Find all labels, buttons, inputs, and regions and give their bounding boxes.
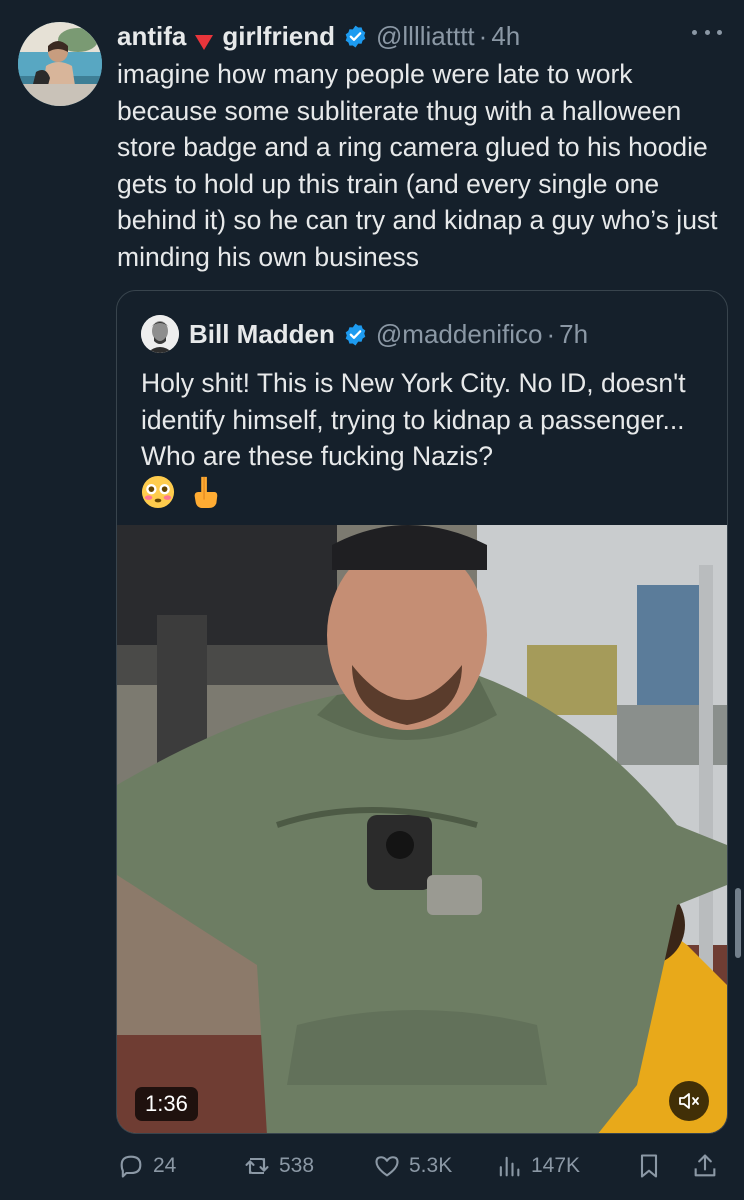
author-name-part2[interactable]: girlfriend xyxy=(222,21,335,52)
video-frame-image xyxy=(117,525,727,1133)
author-name-part1[interactable]: antifa xyxy=(117,21,186,52)
reply-count: 24 xyxy=(153,1154,177,1177)
author-avatar[interactable] xyxy=(18,22,102,106)
heart-icon xyxy=(375,1156,399,1177)
scrollbar-thumb[interactable] xyxy=(735,888,741,958)
like-button[interactable]: 5.3K xyxy=(373,1146,452,1186)
like-count: 5.3K xyxy=(409,1154,453,1177)
tweet-view: antifa girlfriend @lllliatttt · 4h imagi… xyxy=(0,0,744,1200)
repost-count: 538 xyxy=(279,1154,315,1177)
share-button[interactable] xyxy=(691,1146,727,1186)
quoted-author-handle[interactable]: @maddenifico xyxy=(376,319,543,350)
view-count: 147K xyxy=(531,1154,581,1177)
bookmark-button[interactable] xyxy=(635,1146,671,1186)
analytics-bar-chart-icon xyxy=(499,1156,520,1177)
more-options-icon[interactable] xyxy=(692,22,722,42)
quoted-author-name[interactable]: Bill Madden xyxy=(189,319,335,350)
separator-dot: · xyxy=(478,20,488,51)
reply-button[interactable]: 24 xyxy=(117,1146,176,1186)
pointing-down-emoji-icon xyxy=(188,475,222,519)
red-triangle-icon xyxy=(194,27,214,50)
tweet-actions-bar: 24 538 5.3K 147K xyxy=(117,1146,729,1186)
share-icon xyxy=(694,1154,716,1177)
muted-speaker-icon[interactable] xyxy=(669,1081,709,1121)
quoted-tweet-header: Bill Madden @maddenifico · 7h xyxy=(141,315,588,353)
author-handle[interactable]: @lllliatttt xyxy=(376,21,475,52)
views-button[interactable]: 147K xyxy=(495,1146,580,1186)
separator-dot: · xyxy=(546,318,556,349)
verified-badge-icon xyxy=(343,24,368,49)
quoted-tweet-time[interactable]: 7h xyxy=(559,319,588,350)
quoted-author-avatar[interactable] xyxy=(141,315,179,353)
video-player[interactable]: 1:36 xyxy=(117,525,727,1133)
quoted-tweet-text-block: Holy shit! This is New York City. No ID,… xyxy=(141,365,711,518)
tweet-text: imagine how many people were late to wor… xyxy=(117,59,718,272)
video-duration-badge: 1:36 xyxy=(135,1087,198,1121)
reply-icon xyxy=(120,1155,142,1178)
verified-badge-icon xyxy=(343,322,368,347)
bookmark-icon xyxy=(640,1154,658,1178)
tweet-time[interactable]: 4h xyxy=(491,21,520,52)
repost-icon xyxy=(245,1157,269,1175)
flushed-face-emoji-icon xyxy=(141,475,175,519)
tweet-header: antifa girlfriend @lllliatttt · 4h xyxy=(117,16,520,56)
quoted-tweet-card[interactable]: Bill Madden @maddenifico · 7h Holy shit!… xyxy=(116,290,728,1134)
quoted-tweet-text: Holy shit! This is New York City. No ID,… xyxy=(141,368,686,472)
repost-button[interactable]: 538 xyxy=(243,1146,314,1186)
